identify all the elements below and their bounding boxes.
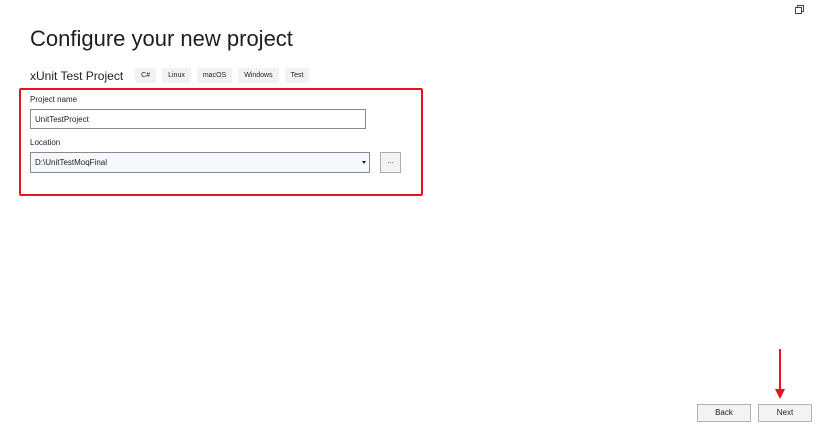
location-label: Location [30,138,61,147]
tag-platform-windows: Windows [238,68,279,83]
page-title: Configure your new project [30,26,293,51]
location-value: D:\UnitTestMoqFinal [35,158,108,167]
tag-platform-macos: macOS [196,68,233,83]
back-button[interactable]: Back [697,404,751,422]
annotation-arrow-down-icon [775,349,785,399]
template-name: xUnit Test Project [30,68,124,83]
tag-platform-linux: Linux [162,68,191,83]
browse-location-button[interactable]: ... [380,152,401,173]
annotation-highlight-box [19,88,423,196]
project-name-input[interactable]: UnitTestProject [30,109,366,129]
chevron-down-icon[interactable] [362,161,366,164]
tag-language: C# [135,68,157,83]
template-info: xUnit Test Project C# Linux macOS Window… [30,68,310,83]
tag-project-type: Test [284,68,310,83]
restore-window-icon[interactable] [794,4,806,16]
configure-project-window: Configure your new project xUnit Test Pr… [0,0,840,430]
project-name-label: Project name [30,95,78,104]
location-combobox[interactable]: D:\UnitTestMoqFinal [30,152,370,173]
next-button[interactable]: Next [758,404,812,422]
